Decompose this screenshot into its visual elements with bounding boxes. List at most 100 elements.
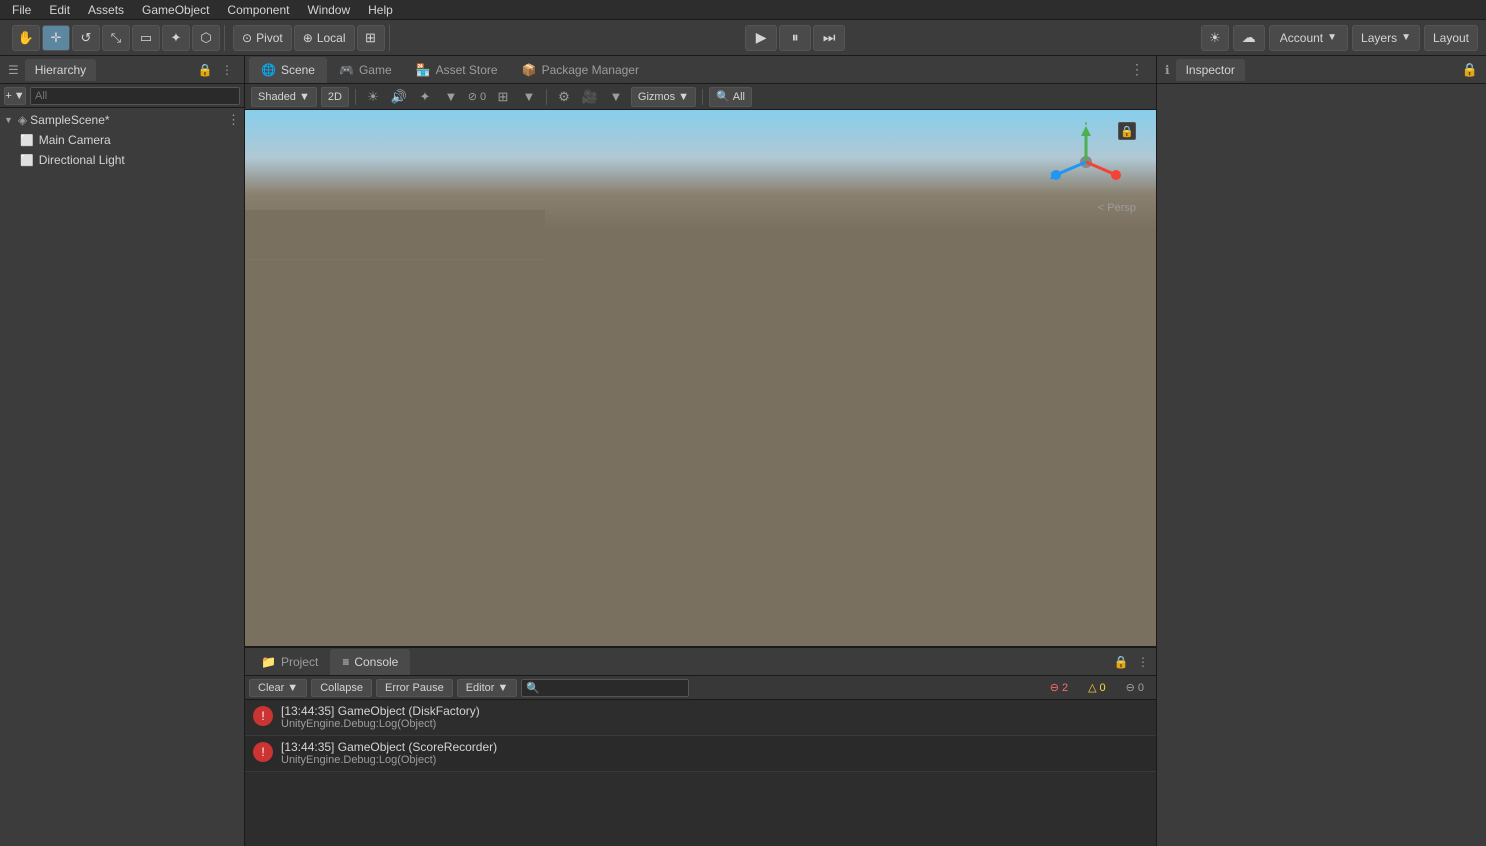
menu-window[interactable]: Window: [299, 1, 358, 19]
error-badge[interactable]: ⊖ 2: [1042, 681, 1076, 694]
scene-item[interactable]: ▼ ◈ SampleScene* ⋮: [0, 110, 244, 130]
layout-button[interactable]: Layout: [1424, 25, 1478, 51]
overlay-chevron[interactable]: ▼: [518, 87, 540, 107]
menu-bar: File Edit Assets GameObject Component Wi…: [0, 0, 1486, 20]
account-button[interactable]: Account ▼: [1269, 25, 1348, 51]
scene-canvas[interactable]: 🔒 Y X: [245, 110, 1156, 646]
console-tab[interactable]: ≡ Console: [330, 649, 410, 675]
hierarchy-item-directional-light[interactable]: ⬜ Directional Light: [0, 150, 244, 170]
persp-label[interactable]: < Persp: [1098, 202, 1136, 214]
camera-chevron[interactable]: ▼: [605, 87, 627, 107]
pivot-button[interactable]: ⊙ Pivot: [233, 25, 292, 51]
menu-component[interactable]: Component: [219, 1, 297, 19]
game-tab[interactable]: 🎮 Game: [327, 57, 404, 83]
info-badge[interactable]: ⊖ 0: [1118, 681, 1152, 694]
asset-store-label: Asset Store: [436, 63, 498, 77]
asset-store-tab[interactable]: 🏪 Asset Store: [404, 57, 510, 83]
gizmo-lock-icon[interactable]: 🔒: [1118, 122, 1136, 140]
console-entry-1[interactable]: ! [13:44:35] GameObject (ScoreRecorder) …: [245, 736, 1156, 772]
hierarchy-lock-icon[interactable]: 🔒: [196, 61, 214, 79]
shading-mode-label: Shaded: [258, 91, 296, 103]
inspector-body: [1157, 84, 1486, 846]
error-pause-button[interactable]: Error Pause: [376, 679, 453, 697]
collapse-label: Collapse: [320, 682, 363, 694]
toolbar-divider-1: [355, 89, 356, 105]
svg-text:X: X: [1114, 171, 1120, 181]
hierarchy-toolbar: + ▼: [0, 84, 244, 108]
view-tabs: 🌐 Scene 🎮 Game 🏪 Asset Store 📦 Package M…: [245, 56, 1156, 84]
editor-button[interactable]: Editor ▼: [457, 679, 518, 697]
hierarchy-item-main-camera[interactable]: ⬜ Main Camera: [0, 130, 244, 150]
center-panel: 🌐 Scene 🎮 Game 🏪 Asset Store 📦 Package M…: [245, 56, 1156, 646]
layers-button[interactable]: Layers ▼: [1352, 25, 1420, 51]
hierarchy-menu-icon[interactable]: ⋮: [218, 61, 236, 79]
scene-arrow-icon: ▼: [4, 115, 13, 125]
collab-settings-button[interactable]: ☀: [1201, 25, 1229, 51]
scene-menu-icon[interactable]: ⋮: [227, 112, 240, 128]
rotate-tool[interactable]: ↺: [72, 25, 100, 51]
menu-file[interactable]: File: [4, 1, 39, 19]
game-tab-label: Game: [359, 63, 392, 77]
hand-tool[interactable]: ✋: [12, 25, 40, 51]
effects-chevron[interactable]: ▼: [440, 87, 462, 107]
hierarchy-tab[interactable]: Hierarchy: [25, 59, 96, 81]
hierarchy-add-button[interactable]: + ▼: [4, 87, 26, 105]
scene-tab[interactable]: 🌐 Scene: [249, 57, 327, 83]
shading-chevron-icon: ▼: [299, 91, 310, 103]
console-sub-0: UnityEngine.Debug:Log(Object): [281, 718, 480, 730]
cloud-button[interactable]: ☁: [1233, 25, 1265, 51]
overlay-button[interactable]: ⊞: [492, 87, 514, 107]
scene-tab-label: Scene: [281, 63, 315, 77]
step-button[interactable]: ⏭: [813, 25, 845, 51]
warn-badge[interactable]: △ 0: [1080, 681, 1114, 694]
warn-badge-icon: △: [1088, 681, 1096, 694]
rect-tool[interactable]: ▭: [132, 25, 160, 51]
console-tab-icon: ≡: [342, 655, 349, 669]
settings-button[interactable]: ⚙: [553, 87, 575, 107]
menu-help[interactable]: Help: [360, 1, 401, 19]
console-search-input[interactable]: [521, 679, 689, 697]
menu-gameobject[interactable]: GameObject: [134, 1, 217, 19]
camera-button[interactable]: 🎥: [579, 87, 601, 107]
twod-button[interactable]: 2D: [321, 87, 349, 107]
transform-tool[interactable]: ✦: [162, 25, 190, 51]
project-tab-icon: 📁: [261, 655, 276, 669]
move-tool[interactable]: ✛: [42, 25, 70, 51]
shading-mode-button[interactable]: Shaded ▼: [251, 87, 317, 107]
inspector-lock-icon[interactable]: 🔒: [1462, 62, 1478, 78]
grid-button[interactable]: ⊞: [357, 25, 385, 51]
local-button[interactable]: ⊕ Local: [294, 25, 355, 51]
effects-toggle-button[interactable]: ✦: [414, 87, 436, 107]
all-layers-button[interactable]: 🔍 All: [709, 87, 752, 107]
package-manager-tab[interactable]: 📦 Package Manager: [510, 57, 651, 83]
clear-chevron-icon: ▼: [287, 682, 298, 694]
bottom-lock-icon[interactable]: 🔒: [1112, 653, 1130, 671]
menu-assets[interactable]: Assets: [80, 1, 132, 19]
custom-tool[interactable]: ⬡: [192, 25, 220, 51]
collapse-button[interactable]: Collapse: [311, 679, 372, 697]
hidden-toggle-button[interactable]: ⊘ 0: [466, 87, 488, 107]
warn-count: 0: [1100, 682, 1106, 694]
editor-chevron-icon: ▼: [497, 682, 508, 694]
view-tab-menu-icon[interactable]: ⋮: [1122, 61, 1152, 78]
gizmos-chevron-icon: ▼: [678, 91, 689, 103]
play-button[interactable]: ▶: [745, 25, 777, 51]
pause-button[interactable]: ⏸: [779, 25, 811, 51]
scale-tool[interactable]: ⤡: [102, 25, 130, 51]
console-main-0: [13:44:35] GameObject (DiskFactory): [281, 704, 480, 718]
menu-edit[interactable]: Edit: [41, 1, 78, 19]
gizmos-button[interactable]: Gizmos ▼: [631, 87, 696, 107]
center-area: 🌐 Scene 🎮 Game 🏪 Asset Store 📦 Package M…: [245, 56, 1156, 846]
clear-button[interactable]: Clear ▼: [249, 679, 307, 697]
light-toggle-button[interactable]: ☀: [362, 87, 384, 107]
inspector-tab[interactable]: Inspector: [1176, 59, 1245, 81]
audio-toggle-button[interactable]: 🔊: [388, 87, 410, 107]
bottom-menu-icon[interactable]: ⋮: [1134, 653, 1152, 671]
scene-gizmo[interactable]: 🔒 Y X: [1046, 122, 1136, 212]
transform-tools: ✋ ✛ ↺ ⤡ ▭ ✦ ⬡: [8, 25, 225, 51]
layers-chevron-icon: ▼: [1401, 32, 1411, 43]
console-entry-0[interactable]: ! [13:44:35] GameObject (DiskFactory) Un…: [245, 700, 1156, 736]
hierarchy-search-input[interactable]: [30, 87, 240, 105]
project-tab[interactable]: 📁 Project: [249, 649, 330, 675]
hierarchy-content: ▼ ◈ SampleScene* ⋮ ⬜ Main Camera ⬜ Direc…: [0, 108, 244, 846]
